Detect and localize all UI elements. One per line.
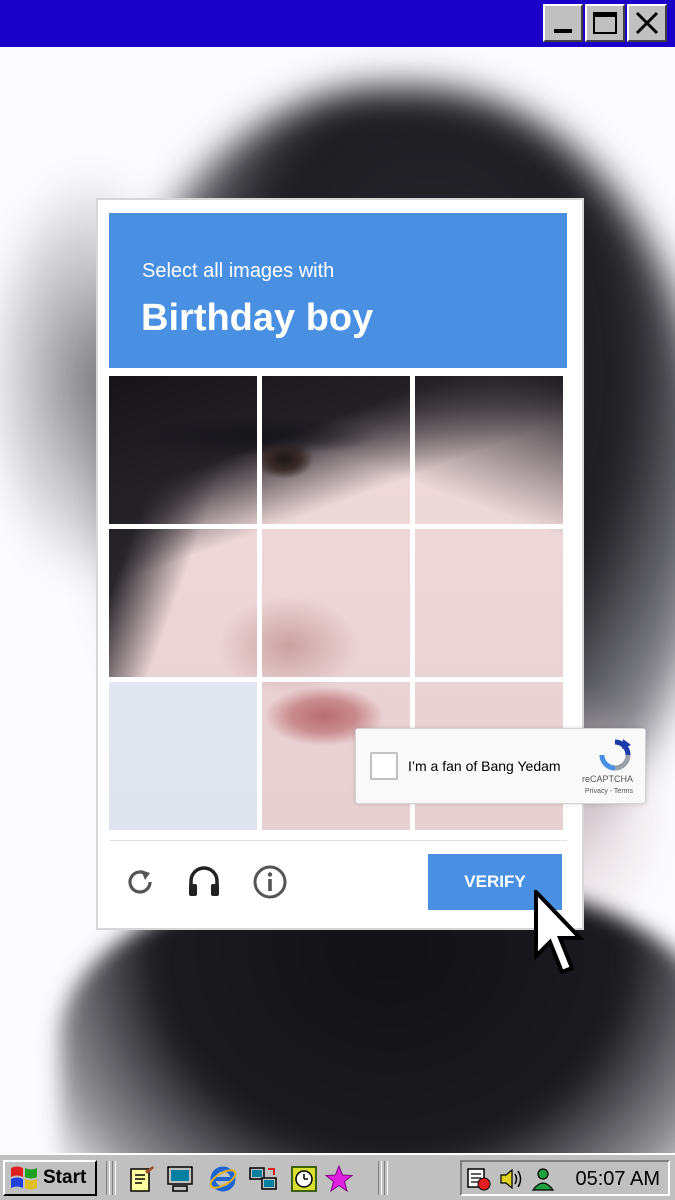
grid-tile-7[interactable] <box>109 682 257 830</box>
internet-explorer-icon <box>209 1166 237 1192</box>
start-label: Start <box>43 1167 87 1188</box>
quick-launch-star[interactable] <box>324 1164 354 1194</box>
audio-challenge-button[interactable] <box>184 862 224 902</box>
close-button[interactable] <box>627 4 667 42</box>
grid-tile-3[interactable] <box>415 376 563 524</box>
captcha-target: Birthday boy <box>141 297 374 339</box>
recaptcha-widget: I’m a fan of Bang Yedam reCAPTCHA Privac… <box>355 728 646 804</box>
taskbar-separator <box>106 1161 110 1195</box>
minimize-icon <box>554 29 572 33</box>
tray-scheduler[interactable] <box>466 1166 492 1192</box>
quick-launch-clock-app[interactable] <box>289 1164 319 1194</box>
taskbar-separator <box>112 1161 116 1195</box>
grid-tile-5[interactable] <box>262 529 410 677</box>
system-tray: 05:07 AM <box>460 1160 670 1196</box>
reload-icon <box>128 870 152 894</box>
windows-logo-icon <box>11 1166 37 1190</box>
checkbox-label: I’m a fan of Bang Yedam <box>408 758 561 774</box>
taskbar-separator <box>378 1161 382 1195</box>
start-button[interactable]: Start <box>3 1160 97 1196</box>
recaptcha-privacy-terms[interactable]: Privacy - Terms <box>585 788 633 795</box>
taskbar-separator <box>384 1161 388 1195</box>
maximize-icon <box>593 12 617 34</box>
tray-volume[interactable] <box>498 1166 524 1192</box>
window-controls <box>543 4 667 42</box>
taskbar: Start 05:07 AM <box>0 1153 675 1200</box>
info-icon <box>253 865 287 899</box>
grid-tile-1[interactable] <box>109 376 257 524</box>
reload-button[interactable] <box>120 862 160 902</box>
title-bar <box>0 0 675 47</box>
quick-launch-my-computer[interactable] <box>165 1164 195 1194</box>
minimize-button[interactable] <box>543 4 583 42</box>
taskbar-clock: 05:07 AM <box>575 1168 660 1190</box>
network-icon <box>249 1167 277 1190</box>
quick-launch-internet-explorer[interactable] <box>208 1164 238 1194</box>
quick-launch-network[interactable] <box>248 1164 278 1194</box>
tray-users[interactable] <box>530 1166 556 1192</box>
fan-checkbox[interactable] <box>370 752 398 780</box>
close-icon <box>635 11 659 35</box>
grid-tile-4[interactable] <box>109 529 257 677</box>
recaptcha-brand: reCAPTCHA <box>581 774 633 784</box>
notepad-icon <box>130 1166 154 1192</box>
clock-app-icon <box>291 1166 317 1192</box>
grid-tile-2[interactable] <box>262 376 410 524</box>
users-icon <box>531 1168 555 1191</box>
recaptcha-logo-icon <box>599 739 631 771</box>
headphones-icon <box>189 866 219 896</box>
quick-launch-notepad[interactable] <box>126 1164 156 1194</box>
info-button[interactable] <box>250 862 290 902</box>
captcha-header: Select all images with Birthday boy <box>109 213 567 368</box>
captcha-panel: Select all images with Birthday boy VERI… <box>96 198 584 930</box>
footer-divider <box>109 840 567 841</box>
maximize-button[interactable] <box>585 4 625 42</box>
captcha-instruction: Select all images with <box>142 260 335 282</box>
my-computer-icon <box>167 1166 193 1192</box>
volume-icon <box>500 1168 522 1190</box>
grid-tile-6[interactable] <box>415 529 563 677</box>
star-icon <box>324 1164 354 1193</box>
scheduler-icon <box>467 1168 491 1191</box>
mouse-pointer-icon <box>534 890 584 975</box>
